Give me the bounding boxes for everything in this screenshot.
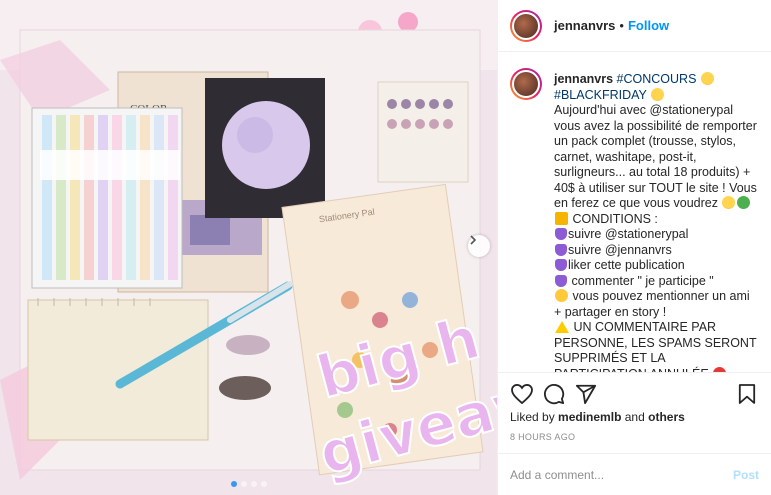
post-sidebar: jennanvrs • Follow jennanvrs #CONCOURS #… <box>497 0 771 495</box>
post-header: jennanvrs • Follow <box>498 0 771 52</box>
likes-prefix: Liked by <box>510 410 555 424</box>
caption-condition-1: suivre @stationerypal <box>568 227 689 241</box>
carousel-dot <box>240 481 247 487</box>
bookmark-icon <box>738 383 756 404</box>
purple-heart-emoji-icon <box>555 228 567 240</box>
caption-condition-2: suivre @jennanvrs <box>568 242 672 257</box>
heart-icon <box>511 383 533 404</box>
gift-emoji-icon <box>555 211 568 225</box>
caption-conditions: CONDITIONS : <box>572 211 658 226</box>
likes-others-link[interactable]: others <box>648 410 685 424</box>
carousel-next-button[interactable] <box>468 235 490 257</box>
carousel-dot <box>260 481 267 487</box>
purple-heart-emoji-icon <box>555 243 567 256</box>
hashtag-concours[interactable]: #CONCOURS <box>617 72 697 86</box>
heart-eyes-emoji-icon <box>722 196 736 209</box>
header-username[interactable]: jennanvrs <box>554 18 615 33</box>
action-bar <box>498 372 771 414</box>
likes-joiner: and <box>624 410 645 424</box>
carousel-dot <box>230 481 237 487</box>
post-photo-illustration: COLOR Stationery Pal <box>0 0 497 495</box>
caption-condition-3: liker cette publication <box>568 258 685 272</box>
header-separator: • <box>619 18 624 33</box>
save-button[interactable] <box>731 378 763 410</box>
heart-eyes-emoji-icon <box>651 87 665 101</box>
like-button[interactable] <box>506 378 538 410</box>
comment-button[interactable] <box>538 378 570 410</box>
post-timestamp[interactable]: 8 HOURS AGO <box>510 432 575 442</box>
money-face-emoji-icon <box>737 196 751 209</box>
comment-icon <box>543 383 565 404</box>
hashtag-blackfriday[interactable]: #BLACKFRIDAY <box>554 88 647 102</box>
comment-bar: Post <box>498 453 771 495</box>
caption-area: jennanvrs #CONCOURS #BLACKFRIDAY Aujourd… <box>498 52 771 372</box>
heart-eyes-emoji-icon <box>700 72 714 85</box>
share-icon <box>575 384 597 404</box>
caption-condition-5: vous pouvez mentionner un ami + partager… <box>554 289 750 319</box>
liked-by-user[interactable]: medinemlb <box>558 410 621 424</box>
follow-button[interactable]: Follow <box>628 18 669 33</box>
caption-avatar[interactable] <box>510 68 542 100</box>
caption-condition-4: commenter " je participe " <box>571 273 714 288</box>
comment-input[interactable] <box>510 467 733 482</box>
purple-heart-emoji-icon <box>555 259 567 271</box>
caption-warning: UN COMMENTAIRE PAR PERSONNE, LES SPAMS S… <box>554 320 757 372</box>
caption-text: jennanvrs #CONCOURS #BLACKFRIDAY Aujourd… <box>554 72 759 372</box>
avatar[interactable] <box>510 9 542 42</box>
warning-emoji-icon <box>555 321 569 333</box>
carousel-dot <box>250 481 257 487</box>
caption-username[interactable]: jennanvrs <box>554 72 613 86</box>
purple-heart-emoji-icon <box>555 274 567 287</box>
post-comment-button[interactable]: Post <box>733 468 759 482</box>
wink-emoji-icon <box>555 289 568 302</box>
carousel-indicator <box>0 481 497 487</box>
caption-body: Aujourd'hui avec @stationerypal vous ave… <box>554 103 757 210</box>
chevron-right-icon <box>470 235 477 245</box>
share-button[interactable] <box>570 378 602 410</box>
likes-summary: Liked by medinemlb and others <box>510 410 685 424</box>
post-image[interactable]: COLOR Stationery Pal <box>0 0 497 495</box>
